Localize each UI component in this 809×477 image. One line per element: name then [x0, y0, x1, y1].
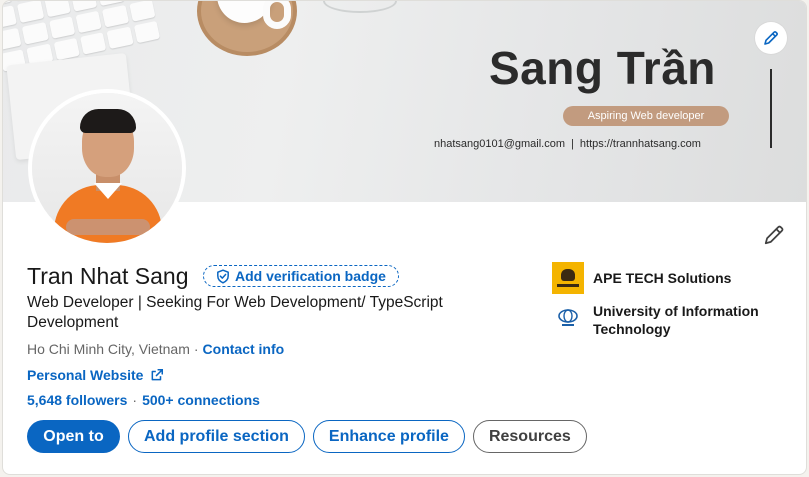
location-row: Ho Chi Minh City, Vietnam · Contact info — [27, 341, 284, 357]
followers-link[interactable]: 5,648 followers — [27, 392, 127, 408]
company-logo — [552, 262, 584, 294]
edit-intro-button[interactable] — [758, 219, 790, 251]
add-profile-section-button[interactable]: Add profile section — [128, 420, 305, 453]
banner-website: https://trannhatsang.com — [579, 138, 701, 150]
profile-photo[interactable] — [28, 89, 186, 247]
banner-glass-decoration — [323, 1, 397, 13]
banner-title: Sang Trần — [489, 42, 716, 94]
banner-divider — [770, 69, 772, 148]
school-name: University of Information Technology — [593, 303, 759, 337]
school-logo — [552, 302, 584, 334]
personal-website-label: Personal Website — [27, 367, 144, 383]
university-crest-icon — [558, 309, 578, 326]
banner-separator: | — [571, 138, 574, 150]
separator-dot: · — [132, 392, 138, 408]
banner-cup-handle-decoration — [263, 1, 291, 29]
edit-banner-button[interactable] — [755, 22, 787, 54]
contact-info-link[interactable]: Contact info — [203, 341, 285, 357]
add-verification-badge-button[interactable]: Add verification badge — [203, 265, 399, 287]
profile-headline: Web Developer | Seeking For Web Developm… — [27, 294, 443, 331]
banner-email: nhatsang0101@gmail.com — [434, 138, 566, 150]
profile-actions: Open to Add profile section Enhance prof… — [27, 420, 587, 453]
connections-link[interactable]: 500+ connections — [142, 392, 260, 408]
education-school[interactable]: University of Information Technology — [552, 302, 773, 338]
pencil-icon — [764, 225, 784, 245]
shield-check-icon — [217, 268, 229, 284]
profile-name: Tran Nhat Sang — [27, 263, 189, 289]
enhance-profile-button[interactable]: Enhance profile — [312, 420, 465, 453]
open-to-button[interactable]: Open to — [27, 420, 120, 453]
network-stats: 5,648 followers · 500+ connections — [27, 392, 260, 408]
external-link-icon — [152, 368, 164, 381]
banner-contact: nhatsang0101@gmail.com | https://trannhats… — [434, 138, 701, 150]
company-name: APE TECH Solutions — [593, 270, 732, 286]
separator-dot: · — [193, 341, 199, 357]
verification-label: Add verification badge — [235, 268, 386, 284]
profile-location: Ho Chi Minh City, Vietnam — [27, 341, 190, 357]
resources-button[interactable]: Resources — [472, 420, 587, 453]
profile-card: Sang Trần Aspiring Web developer nhatsan… — [2, 0, 807, 475]
current-company[interactable]: APE TECH Solutions — [552, 262, 773, 294]
personal-website-link[interactable]: Personal Website — [27, 367, 164, 383]
banner-tagline: Aspiring Web developer — [563, 106, 729, 126]
pencil-icon — [764, 31, 778, 45]
